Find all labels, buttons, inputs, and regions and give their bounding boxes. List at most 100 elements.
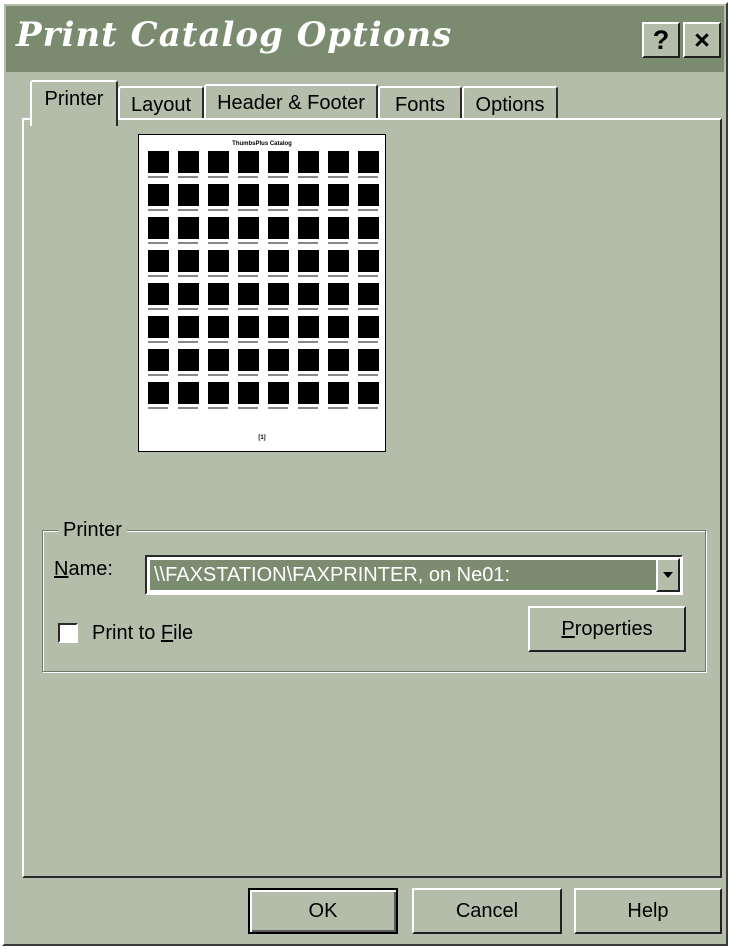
thumbnail-caption <box>238 308 258 310</box>
thumbnail-image <box>297 184 319 206</box>
printer-name-select[interactable]: \\FAXSTATION\FAXPRINTER, on Ne01: <box>145 555 683 595</box>
thumbnail-image <box>267 316 289 338</box>
print-to-file-label[interactable]: Print to File <box>92 622 193 645</box>
thumbnail-image <box>147 349 169 371</box>
properties-button[interactable]: Properties <box>528 606 686 652</box>
thumbnail-image <box>267 349 289 371</box>
preview-thumbnail <box>267 316 289 343</box>
thumbnail-caption <box>238 407 258 409</box>
thumbnail-caption <box>328 308 348 310</box>
thumbnail-caption <box>148 242 168 244</box>
thumbnail-image <box>147 316 169 338</box>
thumbnail-image <box>207 382 229 404</box>
thumbnail-image <box>237 316 259 338</box>
thumbnail-caption <box>238 242 258 244</box>
preview-thumbnail <box>177 316 199 343</box>
preview-thumbnail <box>237 316 259 343</box>
preview-thumbnail <box>267 217 289 244</box>
close-icon[interactable]: × <box>683 22 721 58</box>
preview-thumbnail <box>237 250 259 277</box>
thumbnail-caption <box>358 308 378 310</box>
name-label: Name: <box>54 558 113 581</box>
thumbnail-caption <box>268 209 288 211</box>
preview-thumbnail <box>177 217 199 244</box>
thumbnail-image <box>147 250 169 272</box>
properties-rest: roperties <box>574 618 653 640</box>
thumbnail-caption <box>178 374 198 376</box>
preview-thumbnail <box>267 382 289 409</box>
thumbnail-caption <box>298 407 318 409</box>
preview-thumbnail <box>297 217 319 244</box>
thumbnail-caption <box>178 242 198 244</box>
thumbnail-caption <box>178 341 198 343</box>
preview-thumbnail <box>147 382 169 409</box>
thumbnail-image <box>327 151 349 173</box>
preview-thumbnail <box>207 184 229 211</box>
thumbnail-image <box>177 151 199 173</box>
thumbnail-caption <box>298 242 318 244</box>
preview-thumbnail <box>357 151 379 178</box>
page-preview: ThumbsPlus Catalog [1] <box>138 134 386 452</box>
preview-thumbnail <box>207 316 229 343</box>
preview-thumbnail <box>357 250 379 277</box>
thumbnail-caption <box>358 176 378 178</box>
thumbnail-caption <box>208 407 228 409</box>
thumbnail-caption <box>148 275 168 277</box>
thumbnail-caption <box>358 275 378 277</box>
preview-thumbnail <box>237 151 259 178</box>
thumbnail-caption <box>178 407 198 409</box>
tab-printer[interactable]: Printer <box>30 80 118 126</box>
thumbnail-caption <box>298 176 318 178</box>
thumbnail-caption <box>358 242 378 244</box>
preview-thumbnail <box>207 217 229 244</box>
preview-thumbnail <box>327 184 349 211</box>
thumbnail-caption <box>328 275 348 277</box>
thumbnail-image <box>207 151 229 173</box>
thumbnail-caption <box>148 374 168 376</box>
thumbnail-image <box>297 382 319 404</box>
title-bar[interactable]: Print Catalog Options ? × <box>6 6 724 72</box>
printer-name-value: \\FAXSTATION\FAXPRINTER, on Ne01: <box>150 560 656 590</box>
ok-button[interactable]: OK <box>248 888 398 934</box>
thumbnail-image <box>237 184 259 206</box>
preview-thumbnail <box>147 184 169 211</box>
preview-page-number: [1] <box>258 435 266 441</box>
thumbnail-caption <box>268 341 288 343</box>
tab-header-footer[interactable]: Header & Footer <box>204 84 378 122</box>
thumbnail-caption <box>268 176 288 178</box>
thumbnail-image <box>207 349 229 371</box>
help-button[interactable]: Help <box>574 888 722 934</box>
preview-thumbnail <box>327 382 349 409</box>
thumbnail-image <box>357 316 379 338</box>
thumbnail-caption <box>238 176 258 178</box>
thumbnail-image <box>177 382 199 404</box>
thumbnail-image <box>267 217 289 239</box>
thumbnail-image <box>267 283 289 305</box>
chevron-down-icon[interactable] <box>656 558 680 592</box>
thumbnail-image <box>357 283 379 305</box>
thumbnail-caption <box>328 209 348 211</box>
thumbnail-caption <box>148 341 168 343</box>
thumbnail-image <box>207 217 229 239</box>
thumbnail-caption <box>238 275 258 277</box>
preview-thumbnail <box>237 184 259 211</box>
help-icon[interactable]: ? <box>642 22 680 58</box>
thumbnail-image <box>177 184 199 206</box>
cancel-button[interactable]: Cancel <box>412 888 562 934</box>
preview-thumbnail <box>147 283 169 310</box>
thumbnail-caption <box>238 341 258 343</box>
preview-thumbnail <box>297 151 319 178</box>
thumbnail-image <box>177 250 199 272</box>
thumbnail-image <box>357 184 379 206</box>
preview-thumbnail <box>147 250 169 277</box>
thumbnail-image <box>267 382 289 404</box>
thumbnail-caption <box>178 308 198 310</box>
preview-thumbnail <box>267 250 289 277</box>
thumbnail-caption <box>238 374 258 376</box>
thumbnail-grid <box>147 151 379 409</box>
preview-thumbnail <box>357 349 379 376</box>
thumbnail-image <box>267 151 289 173</box>
thumbnail-caption <box>208 308 228 310</box>
preview-thumbnail <box>177 349 199 376</box>
print-to-file-checkbox[interactable] <box>58 623 78 643</box>
